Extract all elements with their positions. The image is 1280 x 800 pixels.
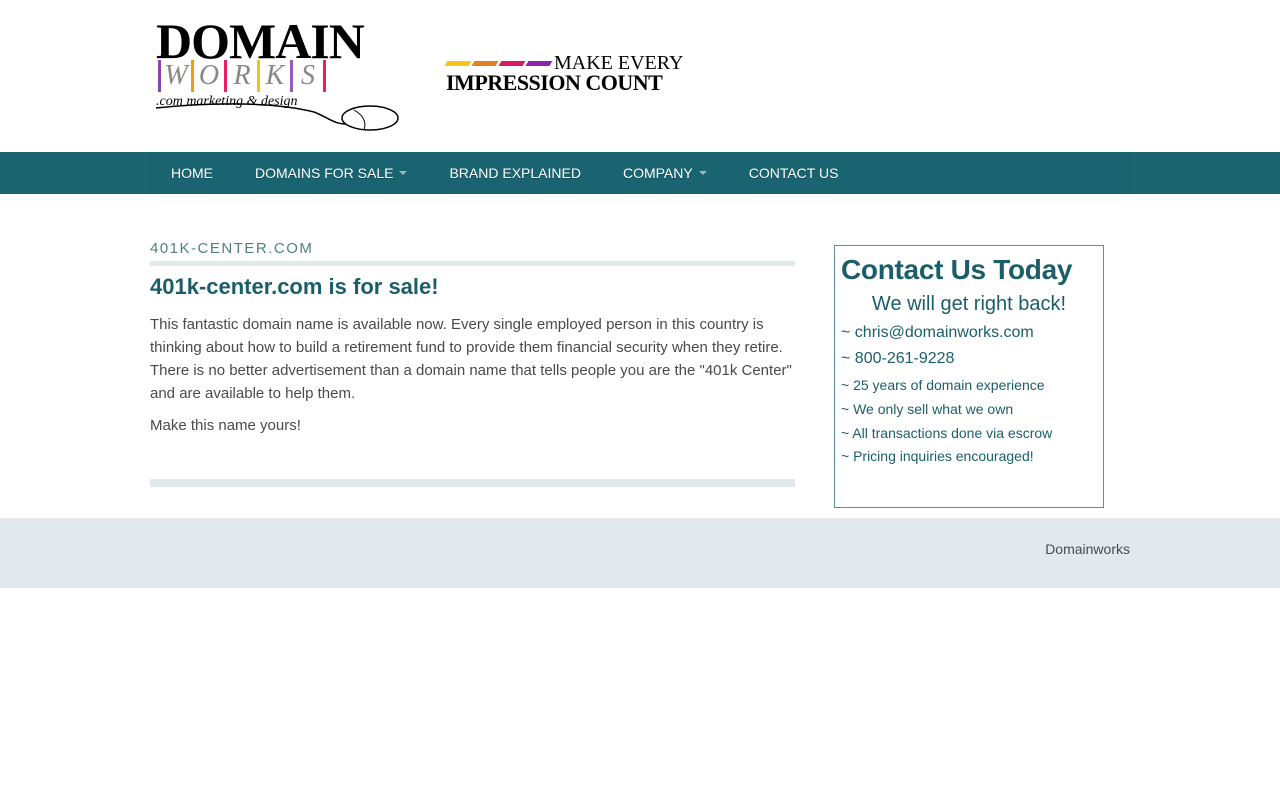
divider xyxy=(150,261,795,266)
contact-feature: ~ All transactions done via escrow xyxy=(841,425,1053,441)
main-nav: HOME DOMAINS FOR SALE BRAND EXPLAINED CO… xyxy=(0,152,1280,194)
body-paragraph: Make this name yours! xyxy=(150,417,301,434)
nav-label: CONTACT US xyxy=(748,165,839,181)
logo-letter: S xyxy=(301,60,315,91)
nav-item-contact-us[interactable]: CONTACT US xyxy=(728,152,860,194)
caret-down-icon xyxy=(698,171,707,175)
mouse-icon xyxy=(155,103,399,131)
contact-heading: Contact Us Today xyxy=(841,254,1073,285)
domainworks-logo[interactable]: DOMAIN W O R K S .com marketing & design xyxy=(154,16,404,136)
footer-credit: Domainworks xyxy=(1045,541,1130,557)
nav-item-brand-explained[interactable]: BRAND EXPLAINED xyxy=(428,152,601,194)
contact-phone: ~ 800-261-9228 xyxy=(841,350,955,367)
contact-feature: ~ We only sell what we own xyxy=(841,401,1014,417)
site-header: DOMAIN W O R K S .com marketing & design xyxy=(0,0,1280,152)
color-stripes xyxy=(444,61,553,66)
nav-label: HOME xyxy=(171,165,213,181)
nav-item-company[interactable]: COMPANY xyxy=(602,152,728,194)
contact-subheading: We will get right back! xyxy=(871,293,1067,315)
logo-letter: W xyxy=(164,60,188,91)
page-small-title: 401K-CENTER.COM xyxy=(150,240,314,257)
logo-word-works: W O R K S xyxy=(158,60,326,92)
logo-word-domain: DOMAIN xyxy=(156,13,365,69)
nav-item-domains-for-sale[interactable]: DOMAINS FOR SALE xyxy=(234,152,428,194)
nav-label: COMPANY xyxy=(622,165,693,181)
contact-us-banner[interactable]: Contact Us Today We will get right back!… xyxy=(834,245,1104,508)
body-paragraph: This fantastic domain name is available … xyxy=(150,316,792,402)
page-title: 401k-center.com is for sale! xyxy=(150,274,439,299)
logo-letter: R xyxy=(233,60,251,91)
nav-item-home[interactable]: HOME xyxy=(150,152,234,194)
site-footer: Domainworks xyxy=(0,518,1280,588)
nav-label: BRAND EXPLAINED xyxy=(449,165,581,181)
tagline-line2: IMPRESSION COUNT xyxy=(446,70,663,95)
main-content: 401K-CENTER.COM 401k-center.com is for s… xyxy=(150,240,795,446)
contact-feature: ~ 25 years of domain experience xyxy=(841,377,1045,393)
logo-letter: O xyxy=(198,60,220,91)
divider xyxy=(150,479,795,487)
caret-down-icon xyxy=(399,171,408,175)
contact-email: ~ chris@domainworks.com xyxy=(841,324,1034,341)
nav-bar: HOME DOMAINS FOR SALE BRAND EXPLAINED CO… xyxy=(150,152,1132,194)
logo-letter: K xyxy=(265,60,285,91)
contact-feature: ~ Pricing inquiries encouraged! xyxy=(841,448,1034,464)
tagline-banner: MAKE EVERY IMPRESSION COUNT xyxy=(444,52,696,95)
nav-label: DOMAINS FOR SALE xyxy=(255,165,394,181)
